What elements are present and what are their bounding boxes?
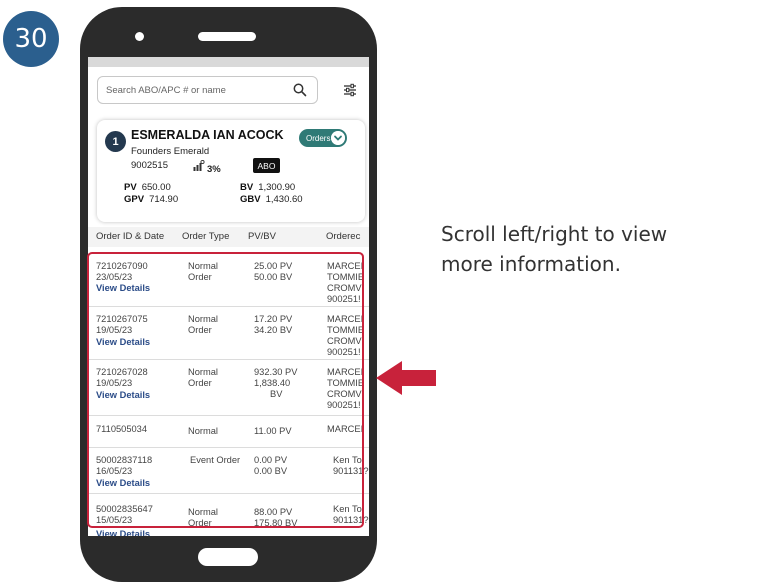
gpv-label: GPV xyxy=(124,194,145,205)
gbv-metric: GBV 1,430.60 xyxy=(240,194,303,205)
member-name: ESMERALDA IAN ACOCK xyxy=(131,128,284,142)
percentage-value: 3% xyxy=(207,164,221,175)
gpv-value: 714.90 xyxy=(149,194,179,205)
search-icon[interactable] xyxy=(293,83,307,97)
highlight-box xyxy=(87,252,364,528)
instruction-line-1: Scroll left/right to view xyxy=(441,222,668,246)
chevron-down-icon xyxy=(331,131,345,145)
gbv-label: GBV xyxy=(240,194,261,205)
header-order-id-date: Order ID & Date xyxy=(96,231,165,242)
abo-number: 9002515 xyxy=(131,160,168,171)
header-ordered-by: Orderec xyxy=(326,231,361,242)
orders-button-label: Orders xyxy=(306,133,331,143)
pv-metric: PV 650.00 xyxy=(124,182,171,193)
speaker-icon xyxy=(198,32,256,41)
header-pv-bv: PV/BV xyxy=(248,231,276,242)
bv-value: 1,300.90 xyxy=(258,182,296,193)
rank-badge: 1 xyxy=(105,131,126,152)
growth-bars-icon xyxy=(193,160,205,171)
view-details-link[interactable]: View Details xyxy=(96,529,150,536)
search-box[interactable] xyxy=(97,76,318,104)
gpv-metric: GPV 714.90 xyxy=(124,194,178,205)
orders-dropdown-button[interactable]: Orders xyxy=(299,129,347,147)
instruction-line-2: more information. xyxy=(441,252,621,276)
instruction-text: Scroll left/right to view more informati… xyxy=(441,219,667,279)
pv-value: 650.00 xyxy=(141,182,171,193)
status-bar xyxy=(88,57,369,67)
member-card: 1 ESMERALDA IAN ACOCK Orders Founders Em… xyxy=(97,120,365,222)
search-input[interactable] xyxy=(106,82,286,98)
orders-table-header: Order ID & Date Order Type PV/BV Orderec xyxy=(88,227,369,247)
bv-label: BV xyxy=(240,182,254,193)
type-badge: ABO xyxy=(253,158,280,173)
gbv-value: 1,430.60 xyxy=(265,194,303,205)
pv-label: PV xyxy=(124,182,137,193)
camera-icon xyxy=(135,32,144,41)
step-number-badge: 30 xyxy=(3,11,59,67)
filter-sliders-icon[interactable] xyxy=(342,82,358,98)
bv-metric: BV 1,300.90 xyxy=(240,182,295,193)
header-order-type: Order Type xyxy=(182,231,230,242)
home-button[interactable] xyxy=(198,548,258,566)
member-title: Founders Emerald xyxy=(131,146,210,157)
arrow-left-icon xyxy=(376,361,436,395)
